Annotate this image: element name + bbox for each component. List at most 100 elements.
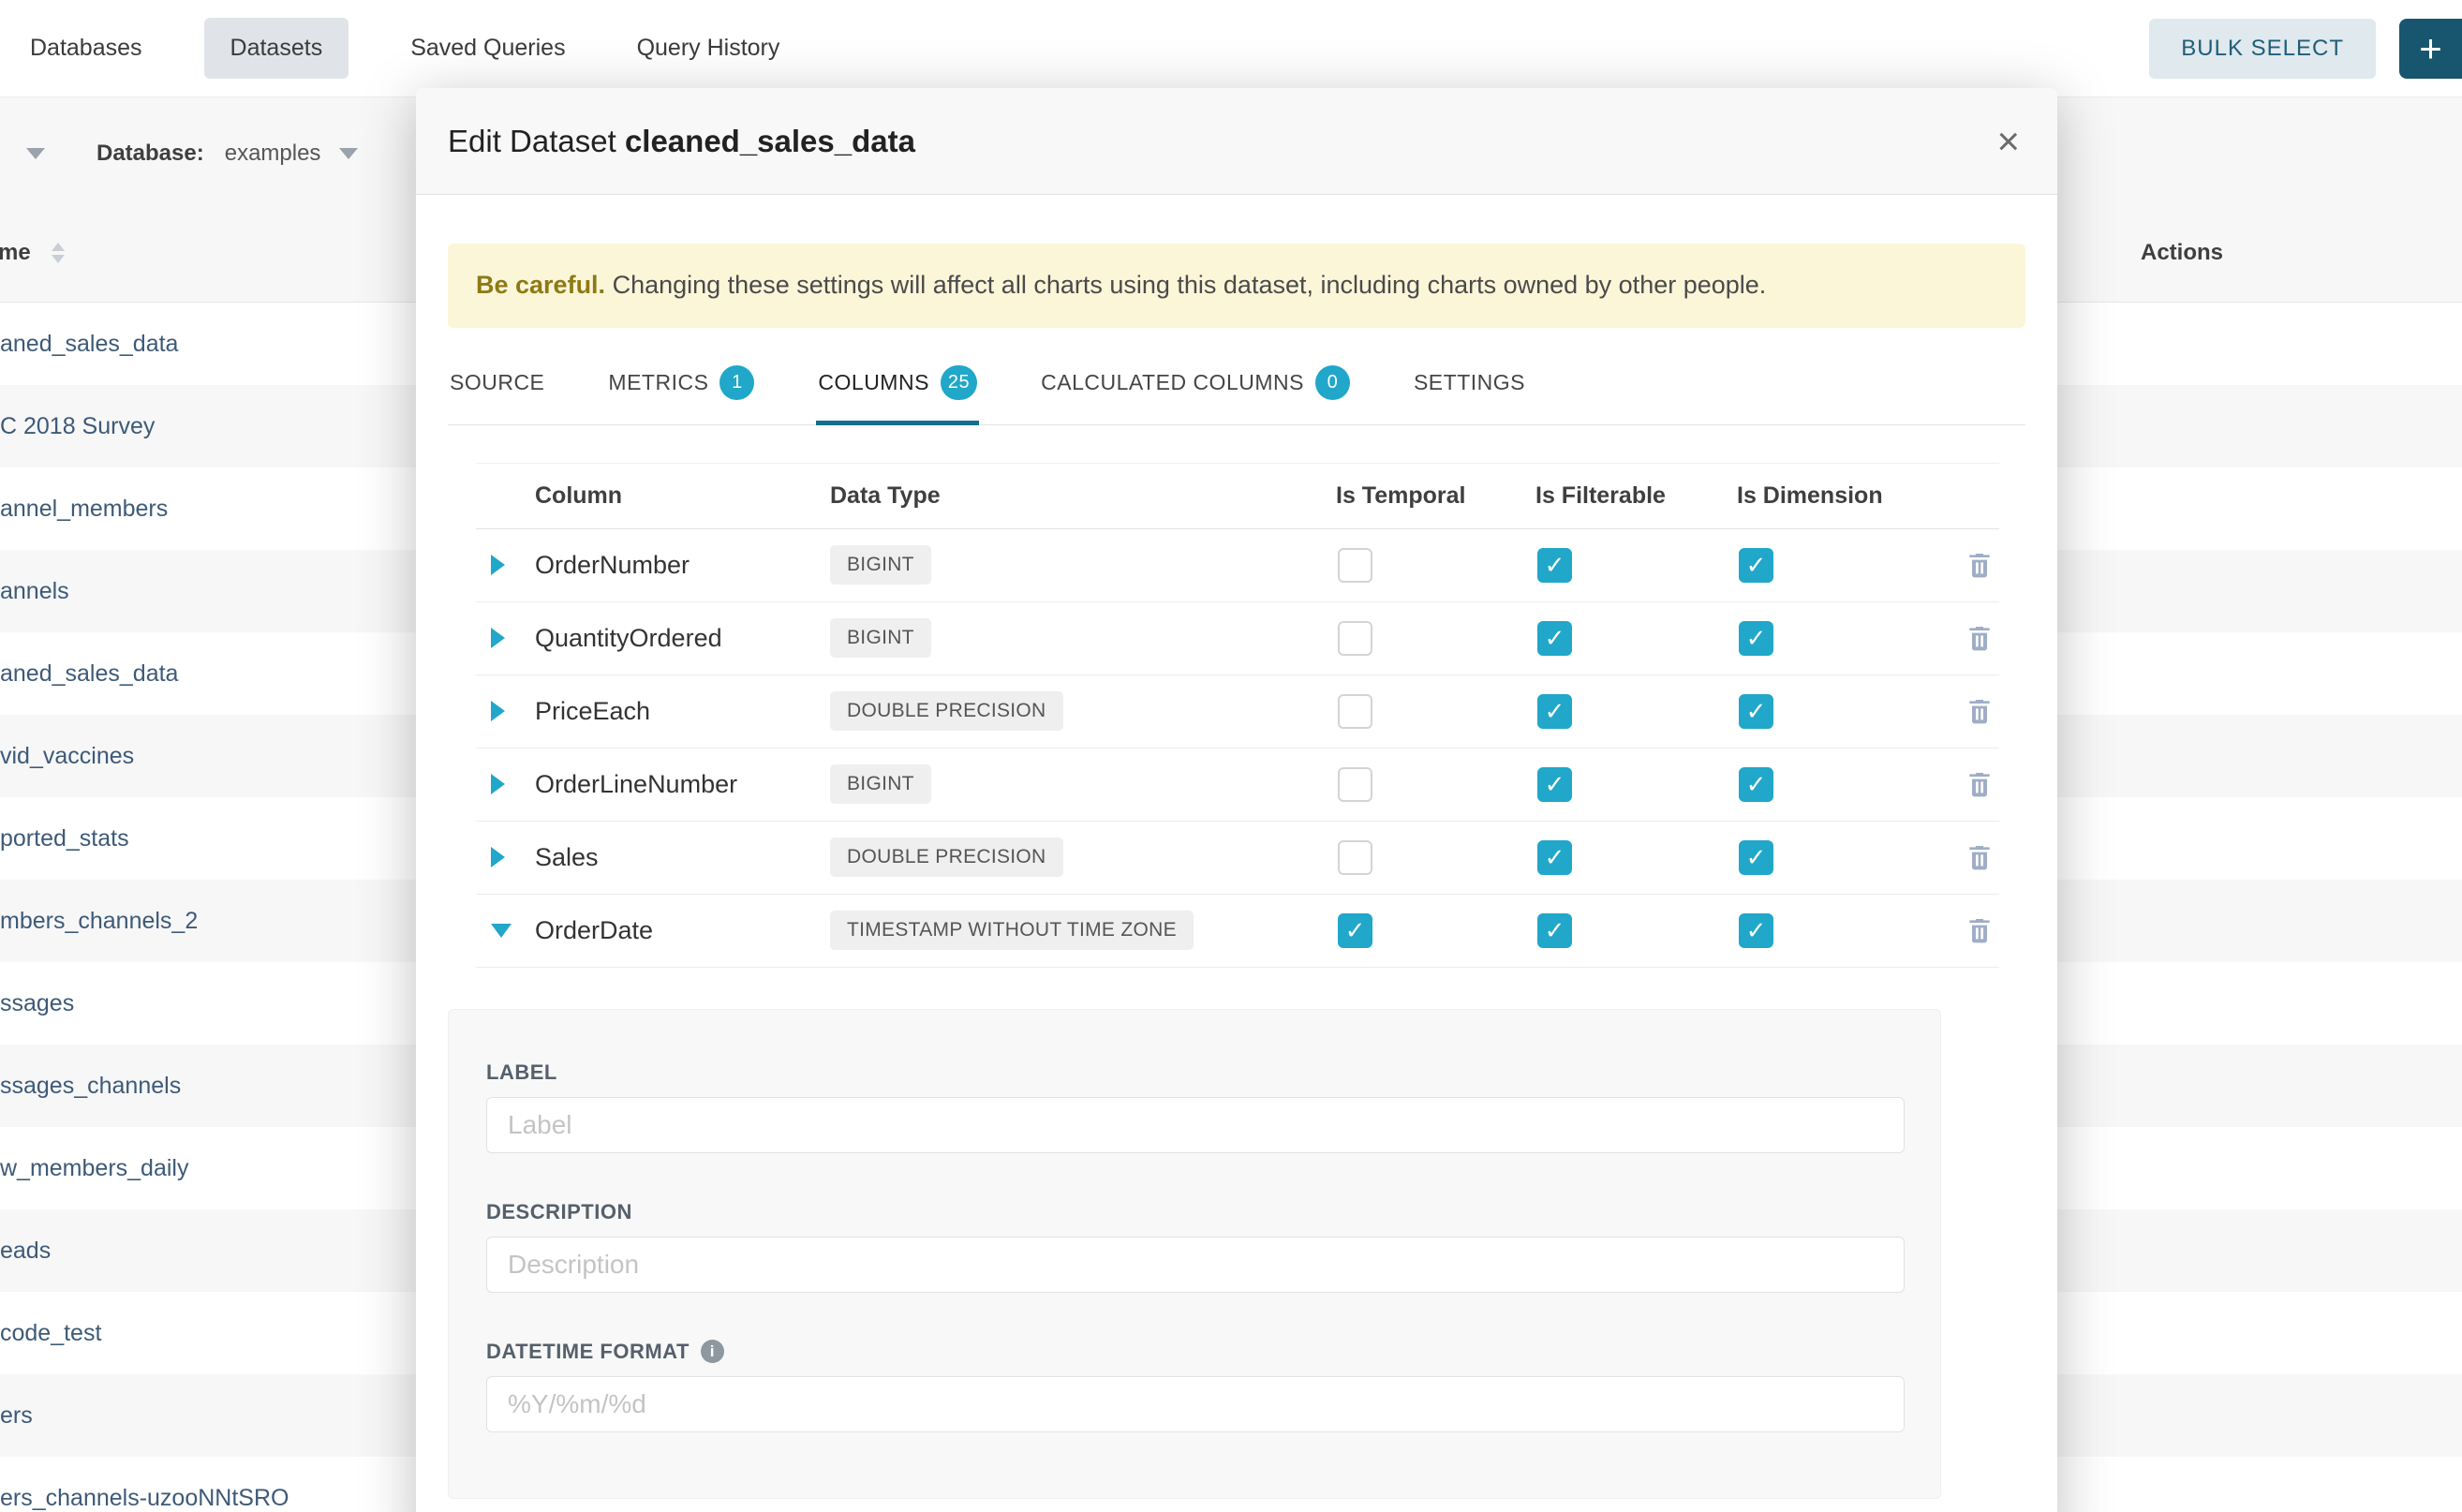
is-filterable-checkbox[interactable] [1537,840,1572,875]
caret-right-icon [491,701,505,721]
data-type-cell: BIGINT [830,764,1336,804]
filter-bar: Database: examples [0,131,358,176]
close-icon[interactable]: × [1996,122,2020,161]
datetime-format-input[interactable] [486,1376,1905,1432]
is-dimension-checkbox[interactable] [1739,694,1773,729]
tab-calculated-columns[interactable]: CALCULATED COLUMNS 0 [1039,328,1352,424]
delete-column-button[interactable] [1963,769,1999,799]
trash-icon [1965,550,1995,580]
tab-source-label: SOURCE [450,370,544,395]
tab-settings-label: SETTINGS [1414,370,1525,395]
delete-column-button[interactable] [1963,550,1999,580]
data-type-cell: DOUBLE PRECISION [830,691,1336,731]
is-filterable-checkbox[interactable] [1537,694,1572,729]
nav-item-datasets[interactable]: Datasets [204,18,349,79]
sort-icon[interactable] [52,243,65,263]
bulk-select-button[interactable]: BULK SELECT [2149,19,2376,79]
data-type-cell: TIMESTAMP WITHOUT TIME ZONE [830,911,1336,950]
top-nav: Databases Datasets Saved Queries Query H… [0,0,2462,97]
caret-right-icon [491,555,505,575]
tab-settings[interactable]: SETTINGS [1412,328,1527,424]
add-dataset-button[interactable]: + [2399,19,2462,79]
metrics-count-badge: 1 [719,365,754,400]
trash-icon [1965,696,1995,726]
actions-column-header: Actions [2141,240,2223,266]
plus-icon: + [2419,26,2442,70]
chevron-down-icon[interactable] [26,148,45,159]
data-type-pill: TIMESTAMP WITHOUT TIME ZONE [830,911,1194,950]
nav-item-query-history[interactable]: Query History [628,18,790,79]
description-field-label: DESCRIPTION [486,1200,1903,1224]
caret-right-icon [491,847,505,867]
is-dimension-checkbox[interactable] [1739,621,1773,656]
data-type-pill: BIGINT [830,764,931,804]
label-input[interactable] [486,1097,1905,1153]
is-filterable-checkbox[interactable] [1537,621,1572,656]
expand-toggle[interactable] [476,628,535,648]
is-filterable-checkbox[interactable] [1537,767,1572,802]
info-icon[interactable]: i [701,1340,724,1363]
is-temporal-checkbox[interactable] [1338,913,1372,948]
is-filterable-checkbox[interactable] [1537,913,1572,948]
tab-columns-label: COLUMNS [818,370,929,395]
table-row: QuantityOrdered BIGINT [476,602,1999,675]
expand-toggle[interactable] [476,924,535,938]
is-temporal-checkbox[interactable] [1338,548,1372,583]
description-field-group: DESCRIPTION [486,1200,1903,1293]
data-type-cell: BIGINT [830,618,1336,658]
data-type-cell: BIGINT [830,545,1336,585]
is-filterable-checkbox[interactable] [1537,548,1572,583]
expand-toggle[interactable] [476,701,535,721]
datasets-page: Databases Datasets Saved Queries Query H… [0,0,2462,1512]
is-dimension-checkbox[interactable] [1739,913,1773,948]
name-column-header[interactable]: me [0,240,31,266]
data-type-pill: BIGINT [830,545,931,585]
delete-column-button[interactable] [1963,842,1999,872]
is-temporal-checkbox[interactable] [1338,621,1372,656]
column-header-data-type: Data Type [830,482,1336,510]
expand-toggle[interactable] [476,555,535,575]
description-field-label-text: DESCRIPTION [486,1200,632,1224]
column-name: OrderNumber [535,551,830,580]
columns-count-badge: 25 [941,365,977,400]
is-dimension-checkbox[interactable] [1739,840,1773,875]
nav-actions: BULK SELECT + [2149,0,2462,97]
tab-calculated-columns-label: CALCULATED COLUMNS [1041,370,1304,395]
table-row: PriceEach DOUBLE PRECISION [476,675,1999,749]
columns-table-header: Column Data Type Is Temporal Is Filterab… [476,464,1999,529]
nav-item-databases[interactable]: Databases [21,18,152,79]
chevron-down-icon[interactable] [339,148,358,159]
database-filter-label: Database: [96,141,204,167]
is-temporal-checkbox[interactable] [1338,694,1372,729]
expand-toggle[interactable] [476,774,535,794]
edit-dataset-modal: Edit Dataset cleaned_sales_data × Be car… [416,88,2057,1512]
trash-icon [1965,842,1995,872]
column-editor-panel: LABEL DESCRIPTION DATETIME FORMAT i [448,1009,1941,1499]
column-header-is-temporal: Is Temporal [1336,482,1535,510]
column-name: Sales [535,843,830,872]
warning-banner-text: Changing these settings will affect all … [605,271,1766,299]
modal-title-dataset-name: cleaned_sales_data [625,124,915,158]
tab-columns[interactable]: COLUMNS 25 [816,328,979,424]
delete-column-button[interactable] [1963,623,1999,653]
trash-icon [1965,915,1995,945]
database-filter-value[interactable]: examples [225,141,321,167]
description-input[interactable] [486,1237,1905,1293]
is-dimension-checkbox[interactable] [1739,548,1773,583]
modal-body: Be careful. Changing these settings will… [416,244,2057,1499]
datetime-format-label-text: DATETIME FORMAT [486,1340,690,1364]
data-type-pill: DOUBLE PRECISION [830,691,1063,731]
delete-column-button[interactable] [1963,915,1999,945]
expand-toggle[interactable] [476,847,535,867]
tab-source[interactable]: SOURCE [448,328,546,424]
data-type-pill: BIGINT [830,618,931,658]
is-dimension-checkbox[interactable] [1739,767,1773,802]
table-row: OrderDate TIMESTAMP WITHOUT TIME ZONE [476,895,1999,968]
tab-metrics[interactable]: METRICS 1 [606,328,756,424]
is-temporal-checkbox[interactable] [1338,840,1372,875]
is-temporal-checkbox[interactable] [1338,767,1372,802]
delete-column-button[interactable] [1963,696,1999,726]
nav-item-saved-queries[interactable]: Saved Queries [401,18,574,79]
modal-tabs: SOURCE METRICS 1 COLUMNS 25 CALCULATED C… [448,328,2025,425]
modal-header: Edit Dataset cleaned_sales_data × [416,88,2057,195]
